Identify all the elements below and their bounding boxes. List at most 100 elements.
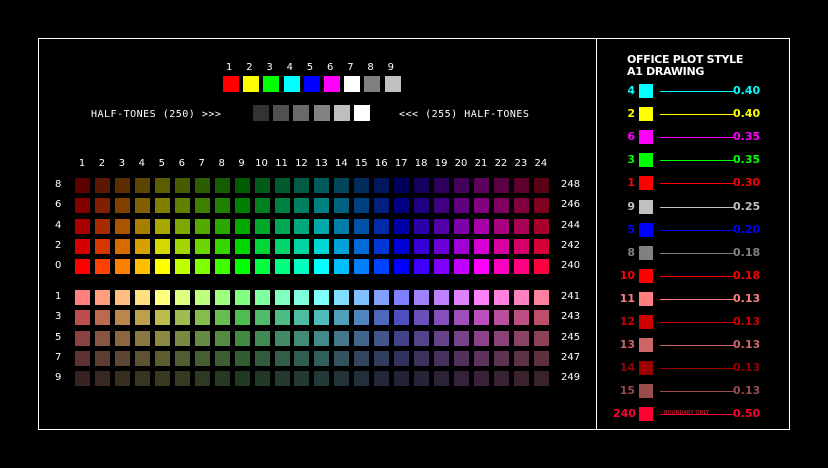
- grid-swatch: [134, 330, 150, 346]
- palette-number-label: 4: [286, 62, 293, 73]
- grid-swatch: [334, 330, 350, 346]
- grid-swatch: [114, 259, 130, 275]
- grid-swatch: [75, 259, 90, 275]
- grid-swatch: [414, 350, 430, 366]
- grid-swatch: [533, 290, 549, 305]
- plot-style-lineweight-line: [660, 91, 734, 92]
- plot-style-lineweight-line: [660, 368, 734, 370]
- grid-swatch: [75, 238, 90, 254]
- plot-style-lineweight-line: [660, 160, 734, 162]
- plot-style-lineweight-line: [660, 298, 734, 300]
- plot-style-swatch: [639, 222, 653, 237]
- grid-swatch: [274, 310, 290, 326]
- plot-style-swatch: [639, 361, 653, 376]
- plot-style-swatch: [639, 268, 653, 283]
- grid-swatch: [493, 330, 509, 346]
- grid-swatch: [254, 310, 270, 326]
- plot-style-swatch: [639, 130, 653, 145]
- plot-style-swatch: [639, 199, 653, 214]
- plot-style-number: 9: [627, 199, 635, 213]
- grid-swatch: [454, 371, 470, 387]
- grid-swatch: [154, 198, 170, 214]
- grid-swatch: [294, 178, 310, 193]
- grid-swatch: [114, 330, 130, 346]
- grid-swatch: [234, 259, 250, 275]
- grid-swatch: [134, 238, 150, 254]
- grid-swatch: [154, 259, 170, 275]
- grid-swatch: [194, 218, 210, 234]
- plot-style-number: 5: [627, 222, 635, 236]
- grid-swatch: [394, 259, 410, 275]
- grid-swatch: [214, 178, 230, 193]
- grid-swatch: [394, 218, 410, 234]
- grid-swatch: [234, 330, 250, 346]
- grid-swatch: [454, 350, 470, 366]
- grid-swatch: [474, 238, 489, 254]
- column-number-label: 11: [275, 158, 288, 169]
- plot-style-number: 2: [627, 107, 635, 121]
- plot-style-lineweight-value: 0.35: [733, 153, 761, 167]
- grid-swatch: [75, 310, 90, 326]
- grid-swatch: [134, 259, 150, 275]
- grid-swatch: [513, 178, 529, 193]
- palette-number-label: 9: [387, 62, 394, 73]
- grid-swatch: [294, 218, 310, 234]
- grid-swatch: [234, 238, 250, 254]
- plot-style-lineweight-line: [660, 206, 734, 208]
- grid-swatch: [234, 178, 250, 193]
- grid-swatch: [134, 198, 150, 214]
- grid-swatch: [354, 198, 370, 214]
- grid-swatch: [533, 178, 549, 193]
- grid-swatch: [94, 290, 110, 305]
- plot-style-lineweight-value: 0.13: [733, 338, 761, 352]
- grid-swatch: [513, 310, 529, 326]
- grid-swatch: [134, 290, 150, 305]
- column-number-label: 18: [414, 158, 428, 169]
- grid-swatch: [434, 238, 450, 254]
- grid-swatch: [294, 290, 310, 305]
- grid-swatch: [254, 350, 270, 366]
- grid-swatch: [533, 198, 549, 214]
- grid-swatch: [194, 259, 210, 275]
- grid-swatch: [314, 290, 330, 305]
- plot-style-lineweight-line: [660, 229, 734, 231]
- grid-swatch: [314, 238, 330, 254]
- grid-swatch: [394, 290, 410, 305]
- row-left-label: 0: [55, 260, 62, 272]
- column-number-label: 15: [354, 158, 368, 169]
- plot-style-lineweight-value: 0.13: [733, 361, 761, 375]
- grid-swatch: [314, 218, 330, 234]
- row-right-label: 247: [561, 351, 581, 363]
- grid-swatch: [493, 371, 509, 387]
- column-number-label: 13: [315, 158, 328, 169]
- grid-swatch: [294, 330, 310, 346]
- grid-swatch: [354, 310, 370, 326]
- row-right-label: 242: [561, 239, 581, 251]
- grid-swatch: [294, 371, 310, 387]
- grid-swatch: [75, 350, 90, 366]
- halftone-swatch: [253, 105, 269, 121]
- grid-swatch: [254, 218, 270, 234]
- grid-swatch: [114, 310, 130, 326]
- grid-swatch: [75, 371, 90, 387]
- plot-style-lineweight-line: [660, 345, 734, 347]
- grid-swatch: [154, 178, 170, 193]
- grid-swatch: [134, 371, 150, 387]
- grid-swatch: [314, 198, 330, 214]
- grid-swatch: [374, 198, 390, 214]
- row-left-label: 3: [55, 311, 62, 323]
- plot-style-number: 3: [627, 153, 635, 167]
- halftones-left-label: HALF-TONES (250) >>>: [91, 109, 222, 120]
- grid-swatch: [75, 198, 90, 214]
- plot-style-number: 6: [627, 130, 635, 144]
- grid-swatch: [354, 290, 370, 305]
- grid-swatch: [274, 290, 290, 305]
- grid-swatch: [394, 178, 410, 193]
- grid-swatch: [474, 218, 489, 234]
- grid-swatch: [294, 310, 310, 326]
- plot-style-lineweight-value: 0.25: [733, 199, 761, 213]
- grid-swatch: [394, 371, 410, 387]
- grid-swatch: [274, 218, 290, 234]
- column-number-label: 20: [454, 158, 468, 169]
- grid-swatch: [513, 198, 529, 214]
